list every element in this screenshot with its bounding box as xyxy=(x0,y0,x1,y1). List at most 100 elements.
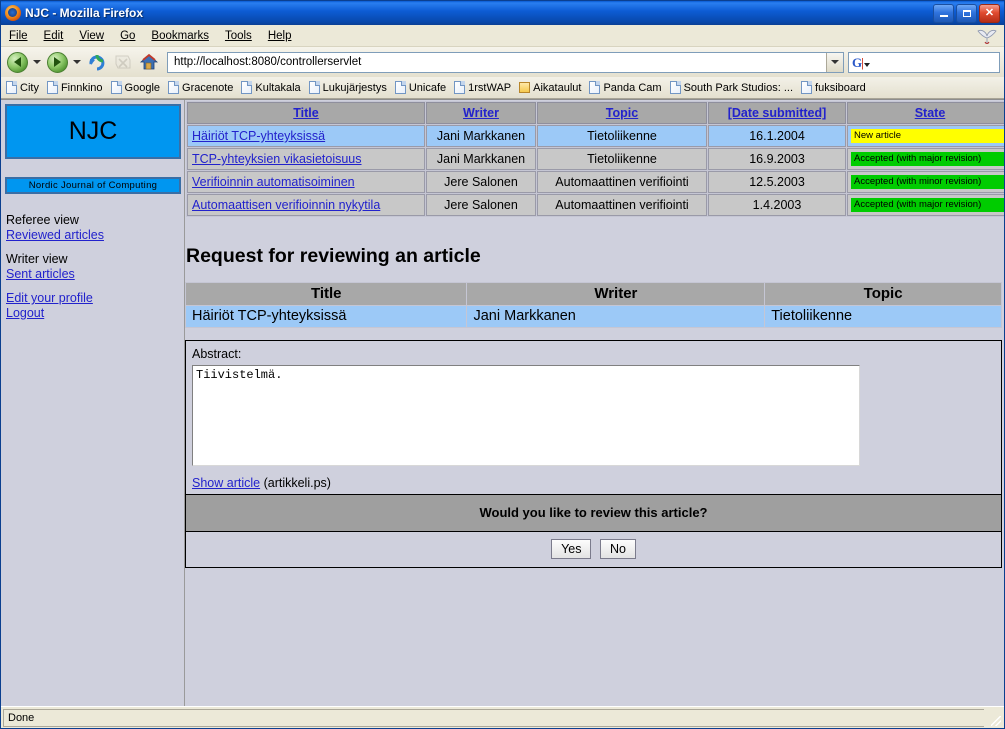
yes-button[interactable]: Yes xyxy=(551,539,592,559)
resize-grip[interactable] xyxy=(988,709,1002,727)
home-button[interactable] xyxy=(137,50,161,74)
page-icon xyxy=(669,81,681,94)
cell-title[interactable]: Verifioinnin automatisoiminen xyxy=(187,171,425,193)
menu-file[interactable]: File xyxy=(1,27,36,45)
njc-logo: NJC xyxy=(5,104,181,159)
articles-th-state[interactable]: State xyxy=(847,102,1004,124)
table-row[interactable]: TCP-yhteyksien vikasietoisuus Jani Markka… xyxy=(187,148,1004,170)
sort-date-link[interactable]: [Date submitted] xyxy=(728,106,827,120)
menu-go-label: Go xyxy=(120,29,136,42)
cell-title[interactable]: Automaattisen verifioinnin nykytila xyxy=(187,194,425,216)
bookmark-item[interactable]: fuksiboard xyxy=(799,80,871,95)
maximize-button[interactable] xyxy=(956,3,977,23)
review-button-row: Yes No xyxy=(186,531,1001,567)
info-td-topic: Tietoliikenne xyxy=(765,306,1001,327)
sort-writer-link[interactable]: Writer xyxy=(463,106,499,120)
abstract-textarea[interactable] xyxy=(192,365,860,466)
url-bar[interactable]: http://localhost:8080/controllerservlet xyxy=(167,51,844,73)
bookmark-label: Kultakala xyxy=(255,81,301,94)
bookmark-label: fuksiboard xyxy=(815,81,866,94)
sidebar-link-logout[interactable]: Logout xyxy=(6,306,184,321)
cell-writer: Jere Salonen xyxy=(426,171,536,193)
bookmark-item[interactable]: City xyxy=(4,80,44,95)
page-icon xyxy=(801,81,813,94)
menu-tools[interactable]: Tools xyxy=(217,27,260,45)
bookmark-label: Unicafe xyxy=(408,81,447,94)
url-dropdown-button[interactable] xyxy=(826,52,843,72)
bookmark-item[interactable]: Gracenote xyxy=(166,80,238,95)
articles-th-title[interactable]: Title xyxy=(187,102,425,124)
url-input[interactable]: http://localhost:8080/controllerservlet xyxy=(168,56,826,68)
menu-view[interactable]: View xyxy=(71,27,112,45)
minimize-button[interactable] xyxy=(933,3,954,23)
sidebar-heading-referee: Referee view xyxy=(6,213,79,227)
firefox-icon xyxy=(5,5,21,21)
search-engine-caret-icon[interactable] xyxy=(864,62,870,67)
cell-state: New article xyxy=(847,125,1004,147)
bookmark-item[interactable]: 1rstWAP xyxy=(452,80,516,95)
sidebar-link-reviewed-articles[interactable]: Reviewed articles xyxy=(6,228,184,243)
table-row[interactable]: Häiriöt TCP-yhteyksissä Jani Markkanen Tie… xyxy=(187,125,1004,147)
throbber-icon[interactable] xyxy=(976,26,998,46)
article-title-link[interactable]: Häiriöt TCP-yhteyksissä xyxy=(192,129,325,143)
stop-button[interactable] xyxy=(111,50,135,74)
google-icon: G| xyxy=(852,54,864,70)
articles-th-writer[interactable]: Writer xyxy=(426,102,536,124)
bookmark-item[interactable]: Google xyxy=(109,80,165,95)
menu-tools-label: Tools xyxy=(224,29,252,42)
bookmark-item[interactable]: Panda Cam xyxy=(587,80,666,95)
back-history-caret-icon[interactable] xyxy=(33,60,41,64)
bookmark-label: Google xyxy=(124,81,161,94)
menu-bookmarks[interactable]: Bookmarks xyxy=(143,27,217,45)
bookmark-item[interactable]: Finnkino xyxy=(45,80,108,95)
info-td-title: Häiriöt TCP-yhteyksissä xyxy=(186,306,467,327)
menu-go[interactable]: Go xyxy=(112,27,143,45)
article-title-link[interactable]: Automaattisen verifioinnin nykytila xyxy=(192,198,380,212)
sidebar-link-edit-profile[interactable]: Edit your profile xyxy=(6,291,184,306)
article-title-link[interactable]: Verifioinnin automatisoiminen xyxy=(192,175,355,189)
search-bar[interactable]: G| xyxy=(848,51,1000,73)
bookmark-item[interactable]: Unicafe xyxy=(393,80,451,95)
page-title: Request for reviewing an article xyxy=(186,245,481,267)
bookmark-item[interactable]: Lukujärjestys xyxy=(307,80,392,95)
forward-button[interactable] xyxy=(45,50,69,74)
sort-title-link[interactable]: Title xyxy=(293,106,318,120)
cell-title[interactable]: TCP-yhteyksien vikasietoisuus xyxy=(187,148,425,170)
bookmark-item[interactable]: South Park Studios: ... xyxy=(668,80,798,95)
bookmark-label: Finnkino xyxy=(60,81,103,94)
cell-state: Accepted (with major revision) xyxy=(847,194,1004,216)
reload-icon xyxy=(89,54,105,71)
njc-logo-text: NJC xyxy=(68,117,118,145)
table-row[interactable]: Automaattisen verifioinnin nykytila Jere … xyxy=(187,194,1004,216)
bookmark-item[interactable]: Kultakala xyxy=(239,80,305,95)
articles-th-date[interactable]: [Date submitted] xyxy=(708,102,846,124)
forward-history-caret-icon[interactable] xyxy=(73,60,81,64)
cell-date: 16.9.2003 xyxy=(708,148,846,170)
article-info-header-row: Title Writer Topic xyxy=(186,283,1001,305)
table-row[interactable]: Verifioinnin automatisoiminen Jere Salone… xyxy=(187,171,1004,193)
bookmark-label: 1rstWAP xyxy=(468,81,512,94)
close-button[interactable]: ✕ xyxy=(979,3,1000,23)
page-icon xyxy=(308,81,320,94)
show-article-link[interactable]: Show article xyxy=(192,476,260,490)
article-title-link[interactable]: TCP-yhteyksien vikasietoisuus xyxy=(192,152,362,166)
articles-th-topic[interactable]: Topic xyxy=(537,102,707,124)
no-button[interactable]: No xyxy=(599,539,636,559)
sidebar-link-sent-articles[interactable]: Sent articles xyxy=(6,267,184,282)
menu-help[interactable]: Help xyxy=(260,27,300,45)
sort-topic-link[interactable]: Topic xyxy=(606,106,638,120)
sort-state-link[interactable]: State xyxy=(915,106,946,120)
menu-bookmarks-label: Bookmarks xyxy=(151,29,209,42)
menu-edit[interactable]: Edit xyxy=(36,27,72,45)
back-button[interactable] xyxy=(5,50,29,74)
cell-title[interactable]: Häiriöt TCP-yhteyksissä xyxy=(187,125,425,147)
status-text: Done xyxy=(3,708,984,727)
bookmark-item[interactable]: Aikataulut xyxy=(517,81,586,95)
bookmark-label: Gracenote xyxy=(182,81,234,94)
cell-topic: Automaattinen verifiointi xyxy=(537,194,707,216)
window-title: NJC - Mozilla Firefox xyxy=(25,6,144,20)
reload-button[interactable] xyxy=(85,50,109,74)
status-badge: Accepted (with major revision) xyxy=(851,152,1004,166)
article-info-table: Title Writer Topic Häiriöt TCP-yhteyksis… xyxy=(185,282,1002,328)
page-icon xyxy=(168,81,180,94)
